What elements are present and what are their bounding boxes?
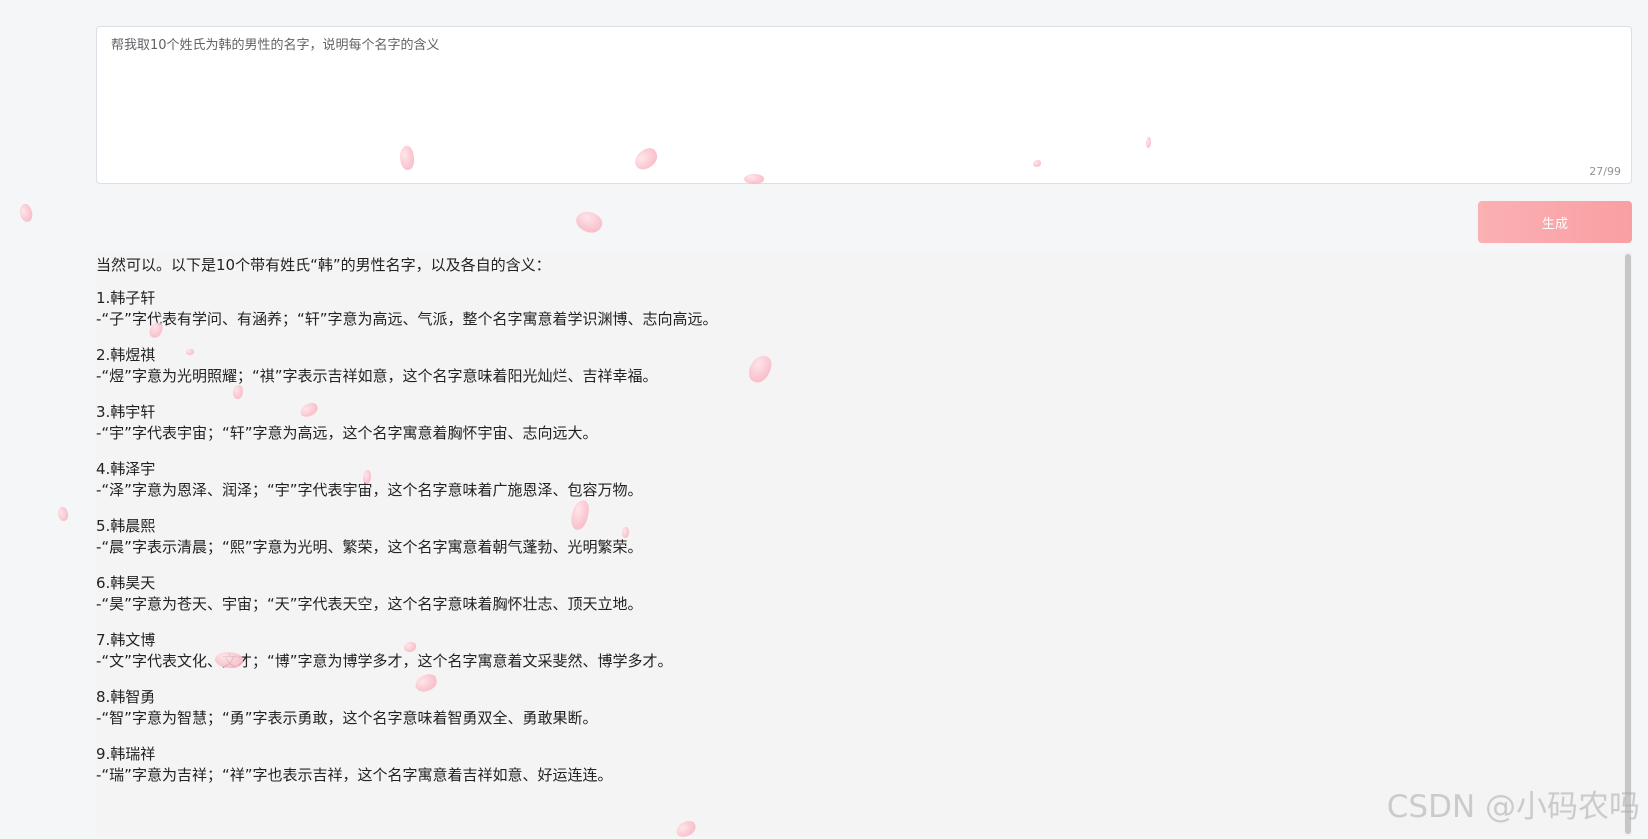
petal-decoration — [572, 206, 606, 238]
name-entry: 5.韩晨熙 -“晨”字表示清晨；“熙”字意为光明、繁荣，这个名字寓意着朝气蓬勃、… — [96, 516, 643, 558]
name-title: 6.韩昊天 — [96, 574, 156, 592]
generate-button[interactable]: 生成 — [1478, 201, 1632, 243]
name-entry: 6.韩昊天 -“昊”字意为苍天、宇宙；“天”字代表天空，这个名字意味着胸怀壮志、… — [96, 573, 643, 615]
name-description: -“煜”字意为光明照耀；“祺”字表示吉祥如意，这个名字意味着阳光灿烂、吉祥幸福。 — [96, 367, 658, 385]
prompt-textarea[interactable]: 帮我取10个姓氏为韩的男性的名字，说明每个名字的含义 27/99 — [96, 26, 1632, 184]
char-counter: 27/99 — [1589, 165, 1621, 178]
name-entry: 9.韩瑞祥 -“瑞”字意为吉祥；“祥”字也表示吉祥，这个名字寓意着吉祥如意、好运… — [96, 744, 613, 786]
name-description: -“智”字意为智慧；“勇”字表示勇敢，这个名字意味着智勇双全、勇敢果断。 — [96, 709, 598, 727]
answer-panel: 当然可以。以下是10个带有姓氏“韩”的男性名字，以及各自的含义： 1.韩子轩 -… — [96, 252, 1624, 836]
name-description: -“子”字代表有学问、有涵养；“轩”字意为高远、气派，整个名字寓意着学识渊博、志… — [96, 310, 718, 328]
name-title: 2.韩煜祺 — [96, 346, 156, 364]
prompt-text[interactable]: 帮我取10个姓氏为韩的男性的名字，说明每个名字的含义 — [111, 36, 1617, 56]
scrollbar-thumb[interactable] — [1625, 254, 1631, 834]
name-description: -“瑞”字意为吉祥；“祥”字也表示吉祥，这个名字寓意着吉祥如意、好运连连。 — [96, 766, 613, 784]
name-description: -“泽”字意为恩泽、润泽；“宇”字代表宇宙，这个名字意味着广施恩泽、包容万物。 — [96, 481, 643, 499]
name-title: 1.韩子轩 — [96, 289, 156, 307]
name-description: -“晨”字表示清晨；“熙”字意为光明、繁荣，这个名字寓意着朝气蓬勃、光明繁荣。 — [96, 538, 643, 556]
name-title: 5.韩晨熙 — [96, 517, 156, 535]
name-entry: 7.韩文博 -“文”字代表文化、文才；“博”字意为博学多才，这个名字寓意着文采斐… — [96, 630, 673, 672]
name-description: -“昊”字意为苍天、宇宙；“天”字代表天空，这个名字意味着胸怀壮志、顶天立地。 — [96, 595, 643, 613]
name-description: -“宇”字代表宇宙；“轩”字意为高远，这个名字寓意着胸怀宇宙、志向远大。 — [96, 424, 598, 442]
petal-decoration — [55, 505, 71, 523]
answer-scrollbar[interactable] — [1624, 252, 1632, 836]
name-entry: 2.韩煜祺 -“煜”字意为光明照耀；“祺”字表示吉祥如意，这个名字意味着阳光灿烂… — [96, 345, 658, 387]
watermark: CSDN @小码农吗 — [1386, 789, 1640, 825]
name-title: 3.韩宇轩 — [96, 403, 156, 421]
answer-intro: 当然可以。以下是10个带有姓氏“韩”的男性名字，以及各自的含义： — [96, 256, 551, 274]
name-entry: 3.韩宇轩 -“宇”字代表宇宙；“轩”字意为高远，这个名字寓意着胸怀宇宙、志向远… — [96, 402, 598, 444]
petal-decoration — [17, 202, 35, 224]
name-entry: 8.韩智勇 -“智”字意为智慧；“勇”字表示勇敢，这个名字意味着智勇双全、勇敢果… — [96, 687, 598, 729]
name-title: 9.韩瑞祥 — [96, 745, 156, 763]
name-title: 8.韩智勇 — [96, 688, 156, 706]
name-title: 7.韩文博 — [96, 631, 156, 649]
name-entry: 1.韩子轩 -“子”字代表有学问、有涵养；“轩”字意为高远、气派，整个名字寓意着… — [96, 288, 718, 330]
name-description: -“文”字代表文化、文才；“博”字意为博学多才，这个名字寓意着文采斐然、博学多才… — [96, 652, 673, 670]
